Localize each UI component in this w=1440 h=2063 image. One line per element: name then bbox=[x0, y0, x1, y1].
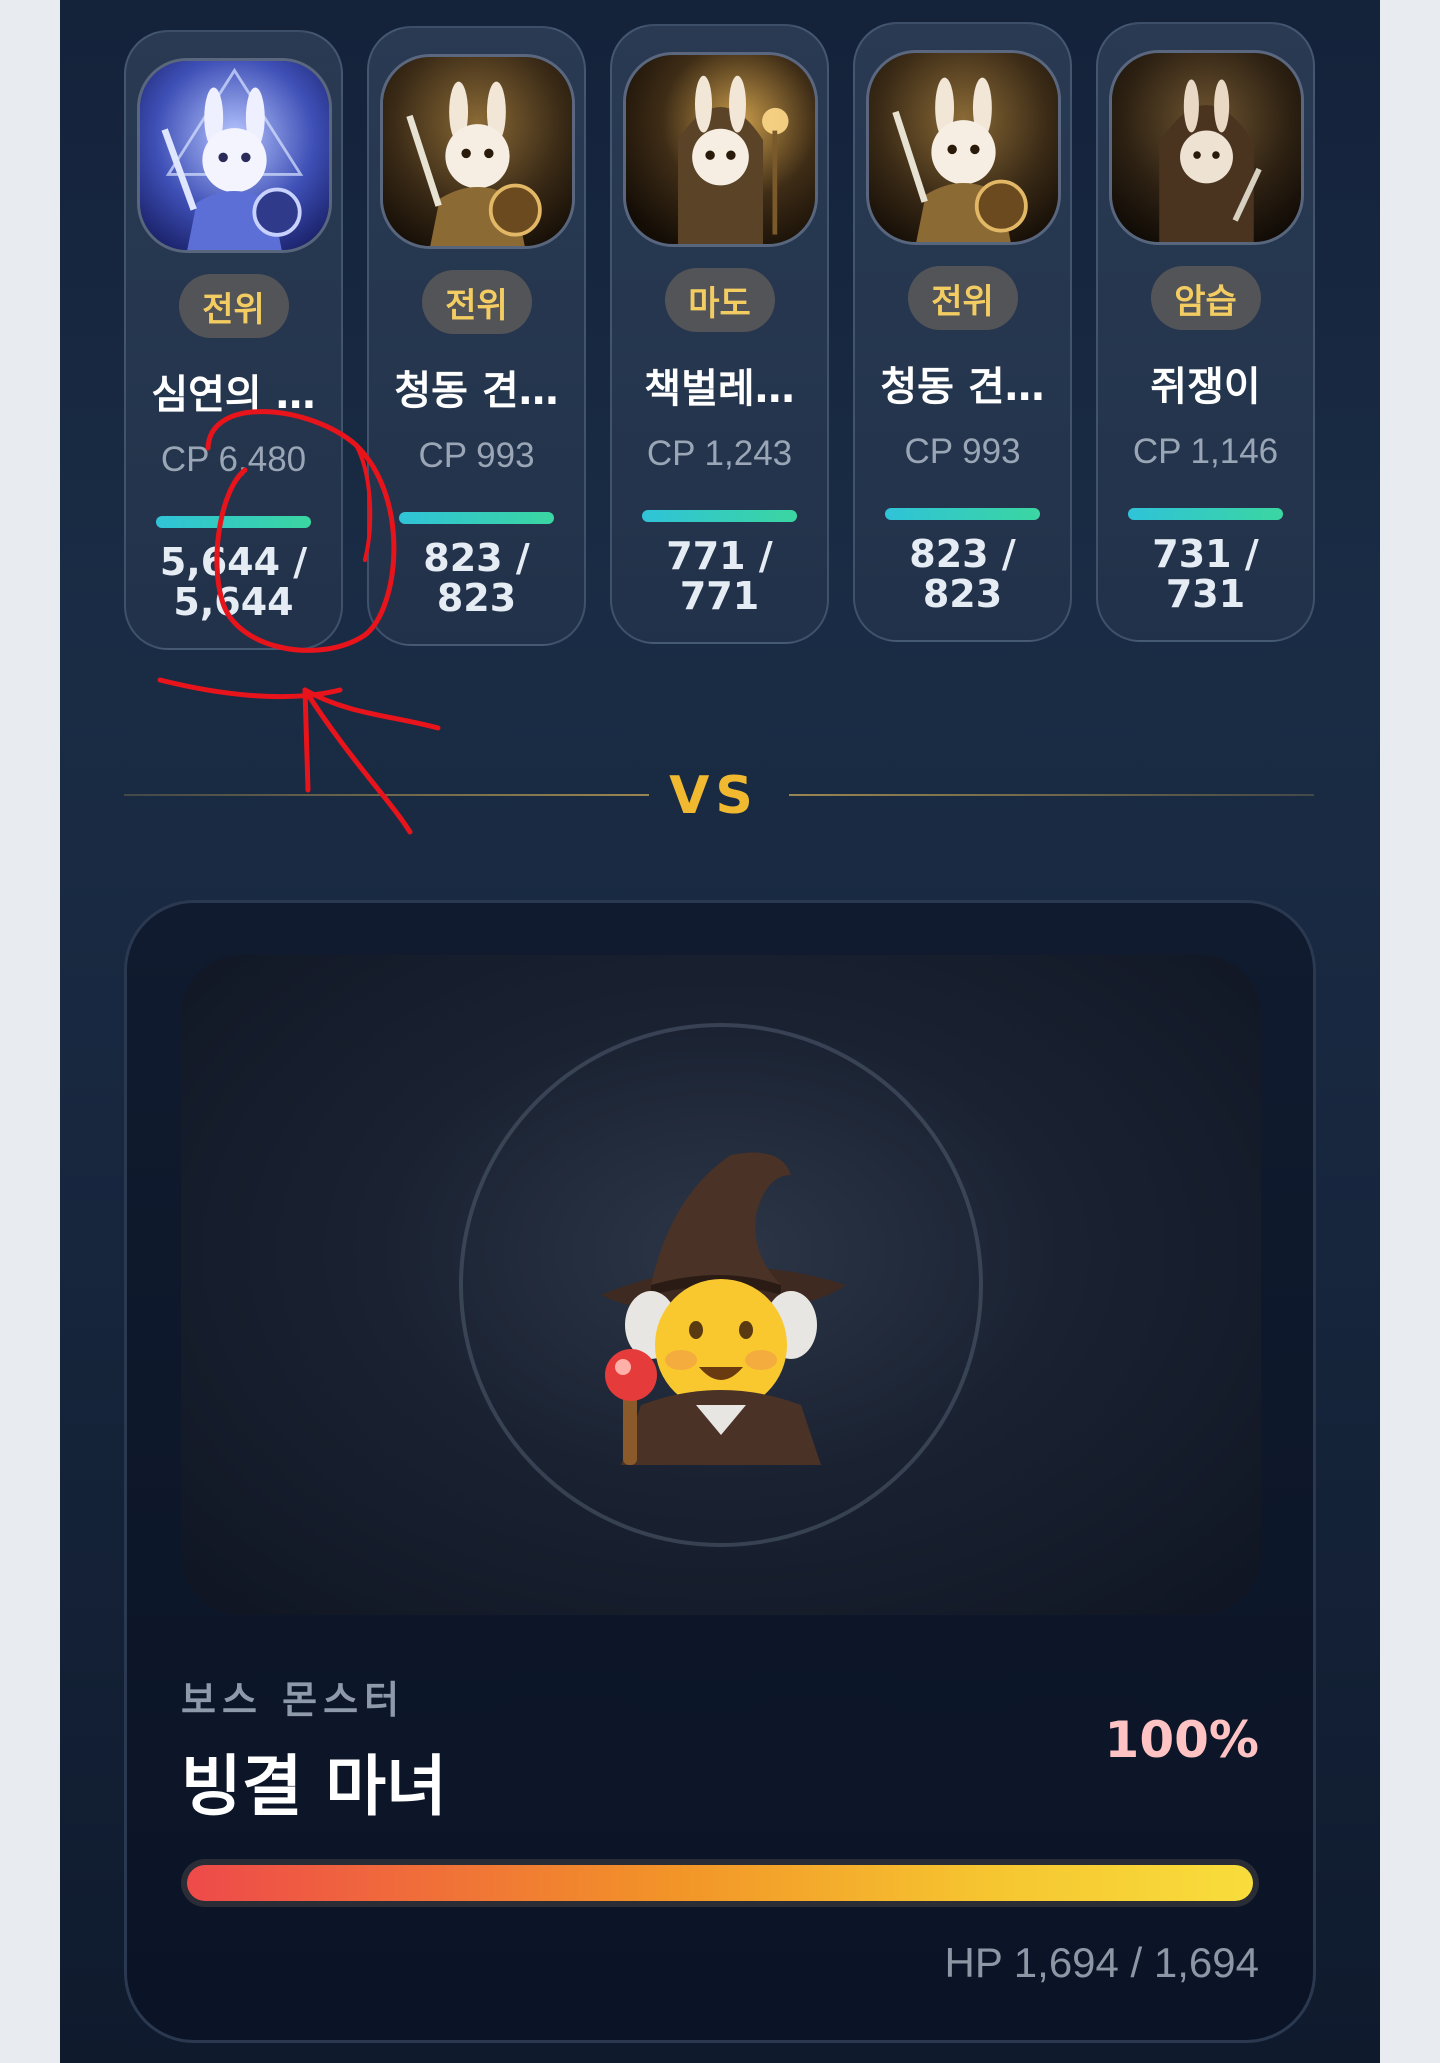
hp-bar-fill bbox=[156, 516, 311, 528]
hp-max: 823 bbox=[436, 576, 517, 620]
character-portrait bbox=[380, 54, 575, 249]
role-badge: 암습 bbox=[1150, 266, 1261, 330]
role-badge: 마도 bbox=[664, 268, 775, 332]
combat-power: CP 1,146 bbox=[1132, 432, 1279, 471]
role-badge: 전위 bbox=[907, 266, 1018, 330]
character-name: 청동 견… bbox=[394, 368, 559, 414]
party-roster: 전위 심연의 … CP 6,480 5,644 / 5,644 전위 청동 견…… bbox=[124, 22, 1315, 650]
hp-bar bbox=[642, 510, 797, 522]
hp-max: 823 bbox=[922, 572, 1003, 616]
character-portrait bbox=[1109, 50, 1304, 245]
hp-current: 5,644 / bbox=[159, 540, 308, 584]
hp-value: 771 / 771 bbox=[612, 536, 827, 616]
hp-value: 823 / 823 bbox=[855, 534, 1070, 614]
hp-max: 771 bbox=[679, 574, 760, 618]
hp-value: 823 / 823 bbox=[369, 538, 584, 618]
character-name: 심연의 … bbox=[151, 372, 316, 418]
hp-bar bbox=[1128, 508, 1283, 520]
combat-power: CP 1,243 bbox=[646, 434, 793, 473]
rabbit-knight-gold-icon bbox=[869, 53, 1058, 242]
versus-divider: VS bbox=[124, 760, 1314, 830]
party-card[interactable]: 전위 청동 견… CP 993 823 / 823 bbox=[367, 26, 586, 646]
hp-bar bbox=[885, 508, 1040, 520]
hp-value: 5,644 / 5,644 bbox=[126, 542, 341, 622]
divider-line-right bbox=[789, 794, 1314, 796]
hp-bar bbox=[156, 516, 311, 528]
character-name: 쥐쟁이 bbox=[1150, 364, 1261, 410]
boss-arena bbox=[181, 955, 1261, 1615]
hp-max: 731 bbox=[1165, 572, 1246, 616]
rabbit-knight-blue-icon bbox=[140, 61, 329, 250]
party-card[interactable]: 마도 책벌레… CP 1,243 771 / 771 bbox=[610, 24, 829, 644]
boss-hp-percent: 100% bbox=[1104, 1711, 1259, 1769]
witch-icon bbox=[601, 1152, 846, 1465]
hp-max: 5,644 bbox=[173, 580, 294, 624]
character-portrait bbox=[623, 52, 818, 247]
rabbit-knight-gold-icon bbox=[383, 57, 572, 246]
rabbit-rogue-icon bbox=[1112, 53, 1301, 242]
divider-line-left bbox=[124, 794, 649, 796]
hp-value: 731 / 731 bbox=[1098, 534, 1313, 614]
rabbit-mage-icon bbox=[626, 55, 815, 244]
boss-card[interactable]: 보스 몬스터 빙결 마녀 100% HP 1,694 / 1,694 bbox=[124, 900, 1316, 2043]
hp-bar-fill bbox=[399, 512, 554, 524]
combat-power: CP 993 bbox=[418, 436, 535, 475]
hp-current: 731 / bbox=[1152, 532, 1259, 576]
hp-current: 823 / bbox=[909, 532, 1016, 576]
combat-power: CP 6,480 bbox=[160, 440, 307, 479]
hp-bar-fill bbox=[1128, 508, 1283, 520]
versus-label: VS bbox=[669, 766, 759, 826]
party-card[interactable]: 전위 심연의 … CP 6,480 5,644 / 5,644 bbox=[124, 30, 343, 650]
boss-hp-text: HP 1,694 / 1,694 bbox=[944, 1939, 1259, 1986]
battle-screen: 전위 심연의 … CP 6,480 5,644 / 5,644 전위 청동 견…… bbox=[60, 0, 1380, 2063]
character-name: 청동 견… bbox=[880, 364, 1045, 410]
hp-current: 823 / bbox=[423, 536, 530, 580]
hp-bar-fill bbox=[642, 510, 797, 522]
character-portrait bbox=[137, 58, 332, 253]
combat-power: CP 993 bbox=[904, 432, 1021, 471]
boss-hp-bar-fill bbox=[187, 1865, 1253, 1901]
hp-current: 771 / bbox=[666, 534, 773, 578]
hp-bar bbox=[399, 512, 554, 524]
hp-bar-fill bbox=[885, 508, 1040, 520]
role-badge: 전위 bbox=[421, 270, 532, 334]
role-badge: 전위 bbox=[178, 274, 289, 338]
character-name: 책벌레… bbox=[644, 366, 795, 412]
boss-name: 빙결 마녀 bbox=[181, 1748, 447, 1825]
boss-hp-bar bbox=[181, 1859, 1259, 1907]
party-card[interactable]: 암습 쥐쟁이 CP 1,146 731 / 731 bbox=[1096, 22, 1315, 642]
boss-type-label: 보스 몬스터 bbox=[181, 1678, 406, 1722]
character-portrait bbox=[866, 50, 1061, 245]
party-card[interactable]: 전위 청동 견… CP 993 823 / 823 bbox=[853, 22, 1072, 642]
